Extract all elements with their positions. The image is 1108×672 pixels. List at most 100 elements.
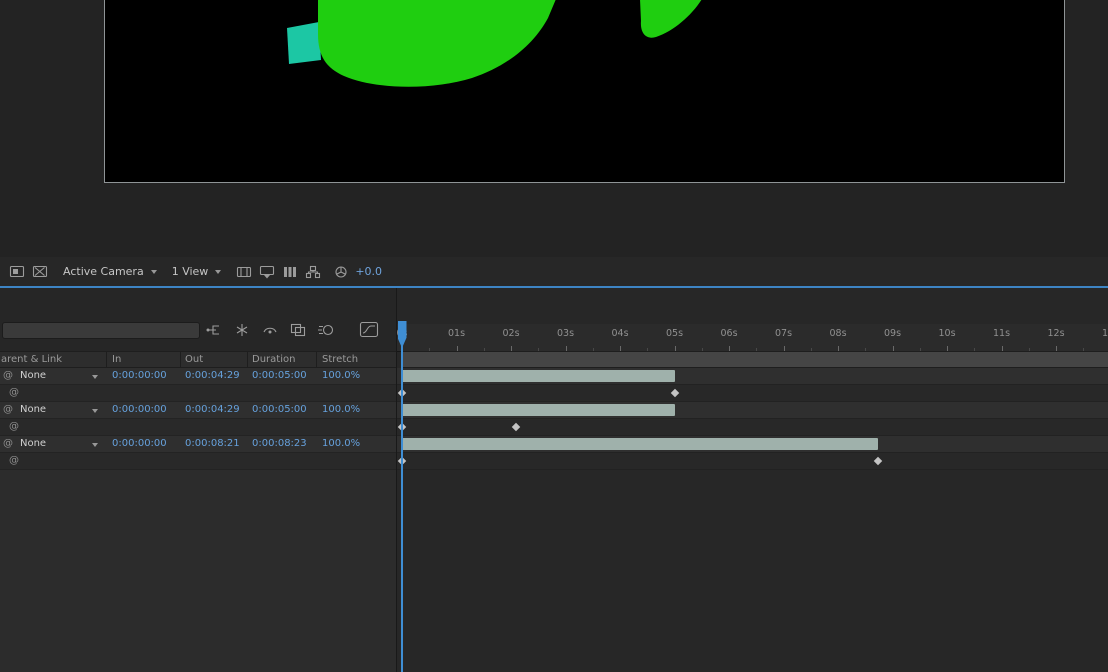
in-value[interactable]: 0:00:00:00 — [112, 438, 167, 449]
parent-select-value: None — [20, 438, 46, 449]
pick-whip-icon[interactable]: @ — [3, 438, 13, 449]
viewer-toolbar: Active Camera 1 View +0.0 — [0, 257, 1108, 286]
in-value[interactable]: 0:00:00:00 — [112, 404, 167, 415]
keyframe-icon[interactable] — [670, 389, 678, 397]
timeline-toggle-icons — [205, 321, 379, 341]
ruler-label: 04s — [611, 328, 628, 339]
column-parent-link: arent & Link — [1, 354, 62, 365]
layer-row: @ None 0:00:00:00 0:00:04:29 0:00:05:00 … — [0, 368, 396, 385]
pick-whip-icon[interactable]: @ — [3, 404, 13, 415]
time-ruler[interactable]: 0s01s02s03s04s05s06s07s08s09s10s11s12s13… — [397, 324, 1108, 352]
keyframe-track — [397, 385, 1108, 402]
property-row: @ — [0, 453, 396, 470]
layer-track — [397, 402, 1108, 419]
column-divider — [316, 352, 317, 367]
layer-duration-bar[interactable] — [402, 438, 878, 450]
ruler-label: 01s — [448, 328, 465, 339]
chevron-down-icon — [92, 409, 98, 413]
in-value[interactable]: 0:00:00:00 — [112, 370, 167, 381]
stretch-value[interactable]: 100.0% — [322, 370, 360, 381]
column-in: In — [112, 354, 121, 365]
green-letter-shape-2 — [640, 0, 702, 38]
view-layout-label: 1 View — [172, 265, 209, 278]
mini-flowchart-icon[interactable] — [205, 322, 223, 341]
graph-editor-icon[interactable] — [359, 321, 379, 341]
exposure-value[interactable]: +0.0 — [355, 265, 382, 278]
timeline-left-pane: arent & Link In Out Duration Stretch @ N… — [0, 288, 396, 672]
parent-select-value: None — [20, 370, 46, 381]
keyframe-icon[interactable] — [874, 457, 882, 465]
timeline-panel-icon[interactable] — [282, 264, 298, 280]
pick-whip-icon[interactable]: @ — [9, 421, 19, 432]
layer-duration-bar[interactable] — [402, 370, 675, 382]
ruler-label: 10s — [938, 328, 955, 339]
frame-blending-icon[interactable] — [289, 322, 307, 341]
duration-value[interactable]: 0:00:08:23 — [252, 438, 307, 449]
ruler-label: 13s — [1102, 328, 1108, 339]
column-divider — [247, 352, 248, 367]
ruler-label: 06s — [720, 328, 737, 339]
draft-3d-icon[interactable] — [233, 322, 251, 341]
camera-view-dropdown[interactable]: Active Camera — [63, 265, 157, 278]
out-value[interactable]: 0:00:04:29 — [185, 370, 240, 381]
keyframe-icon[interactable] — [512, 423, 520, 431]
chevron-down-icon — [151, 270, 157, 274]
green-3d-artwork — [105, 0, 1064, 182]
fast-previews-icon[interactable] — [259, 264, 275, 280]
property-row: @ — [0, 419, 396, 436]
property-row: @ — [0, 385, 396, 402]
composition-viewport[interactable] — [104, 0, 1065, 183]
stretch-value[interactable]: 100.0% — [322, 404, 360, 415]
layer-row: @ None 0:00:00:00 0:00:08:21 0:00:08:23 … — [0, 436, 396, 453]
chevron-down-icon — [92, 443, 98, 447]
parent-select-value: None — [20, 404, 46, 415]
motion-blur-icon[interactable] — [317, 322, 335, 341]
playhead-line — [401, 321, 403, 672]
duration-value[interactable]: 0:00:05:00 — [252, 370, 307, 381]
pick-whip-icon[interactable]: @ — [9, 387, 19, 398]
layer-row: @ None 0:00:00:00 0:00:04:29 0:00:05:00 … — [0, 402, 396, 419]
chevron-down-icon — [215, 270, 221, 274]
ruler-label: 02s — [502, 328, 519, 339]
column-out: Out — [185, 354, 203, 365]
chevron-down-icon — [92, 375, 98, 379]
keyframe-track — [397, 453, 1108, 470]
always-preview-icon[interactable] — [9, 264, 25, 280]
pick-whip-icon[interactable]: @ — [9, 455, 19, 466]
duration-value[interactable]: 0:00:05:00 — [252, 404, 307, 415]
work-area-bar[interactable] — [402, 351, 1108, 368]
left-pane-empty-area — [0, 470, 396, 672]
shy-layers-icon[interactable] — [261, 322, 279, 341]
flowchart-icon[interactable] — [305, 264, 321, 280]
ruler-label: 11s — [993, 328, 1010, 339]
out-value[interactable]: 0:00:08:21 — [185, 438, 240, 449]
layer-track — [397, 368, 1108, 385]
reset-exposure-icon[interactable] — [333, 264, 349, 280]
main-viewer-icon[interactable] — [32, 264, 48, 280]
teal-extrusion-face — [287, 22, 321, 64]
timeline-column-headers: arent & Link In Out Duration Stretch — [0, 351, 396, 368]
stretch-value[interactable]: 100.0% — [322, 438, 360, 449]
column-duration: Duration — [252, 354, 295, 365]
column-divider — [180, 352, 181, 367]
keyframe-track — [397, 419, 1108, 436]
ruler-label: 09s — [884, 328, 901, 339]
ruler-label: 03s — [557, 328, 574, 339]
ruler-label: 08s — [829, 328, 846, 339]
composition-viewer — [0, 0, 1108, 256]
view-layout-dropdown[interactable]: 1 View — [172, 265, 222, 278]
layer-track — [397, 436, 1108, 453]
column-stretch: Stretch — [322, 354, 358, 365]
out-value[interactable]: 0:00:04:29 — [185, 404, 240, 415]
parent-select[interactable]: None — [20, 370, 104, 381]
timeline-search-field[interactable] — [2, 322, 200, 339]
parent-select[interactable]: None — [20, 438, 104, 449]
pick-whip-icon[interactable]: @ — [3, 370, 13, 381]
column-divider — [106, 352, 107, 367]
pixel-aspect-icon[interactable] — [236, 264, 252, 280]
camera-view-label: Active Camera — [63, 265, 144, 278]
parent-select[interactable]: None — [20, 404, 104, 415]
green-letter-shape — [318, 0, 556, 87]
timeline-track-area: 0s01s02s03s04s05s06s07s08s09s10s11s12s13… — [397, 288, 1108, 672]
layer-duration-bar[interactable] — [402, 404, 675, 416]
